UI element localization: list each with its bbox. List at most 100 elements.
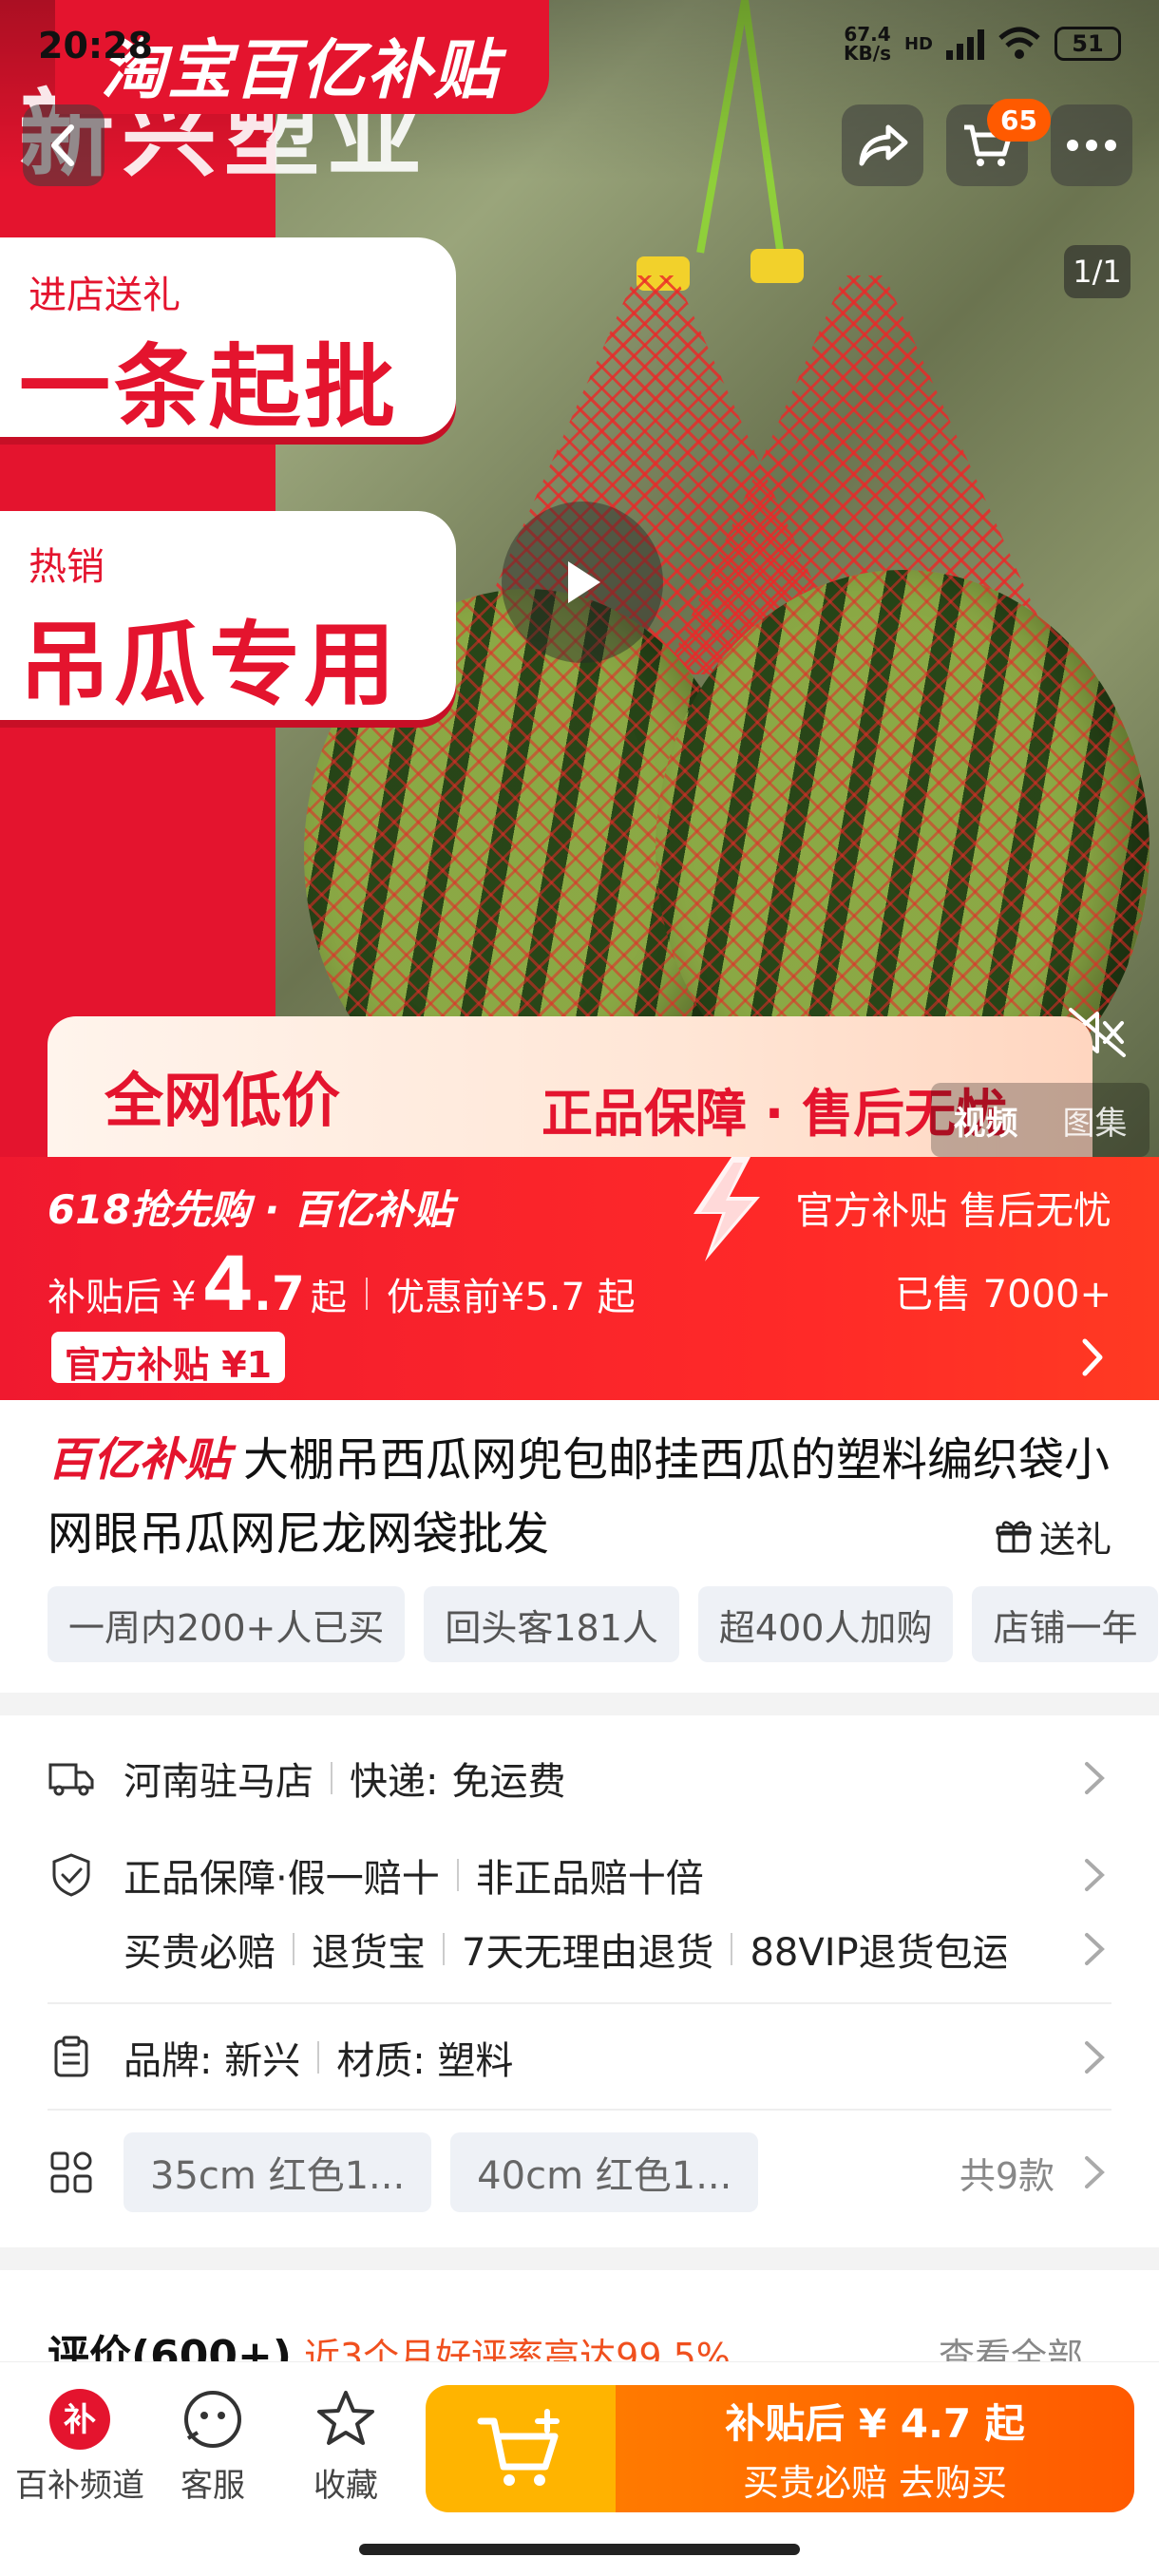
service-price-protect: 买贵必赔 [124,1931,276,1975]
price-prefix: 补贴后 [48,1276,162,1319]
divider [443,1933,445,1965]
official-subsidy-note: 官方补贴 售后无忧 [795,1189,1112,1233]
sku-row[interactable]: 35cm 红色1... 40cm 红色1... 共9款 [48,2131,1112,2213]
original-price: 优惠前¥5.7 起 [386,1276,636,1319]
lightning-icon [694,1157,760,1261]
signal-icon [946,28,984,60]
specs-row[interactable]: 品牌: 新兴 材质: 塑料 [48,2029,1112,2086]
price-banner[interactable]: 618抢先购 · 百亿补贴 官方补贴 售后无忧 补贴后 ¥ 4 .7 起 优惠前… [0,1157,1159,1400]
sku-option-40cm[interactable]: 40cm 红色1... [450,2132,759,2212]
play-icon [568,561,600,603]
title-subsidy-logo: 百亿补贴 [48,1433,231,1487]
network-speed-unit: KB/s [844,42,891,65]
image-counter: 1/1 [1064,245,1130,298]
network-speed-value: 67.4 [844,23,891,46]
sku-option-35cm[interactable]: 35cm 红色1... [124,2132,432,2212]
reviews-section[interactable]: 评价(600+) 近3个月好评率高达99.5% 查看全部 [0,2270,1159,2380]
promo-card-gift-small: 进店送礼 [28,274,180,317]
play-video-button[interactable] [502,502,663,663]
nav-favorite[interactable]: 收藏 [279,2387,412,2506]
divider [317,2041,320,2074]
service-7day-return: 7天无理由退货 [462,1931,714,1975]
material-spec: 材质: 塑料 [336,2039,514,2083]
highlight-tags: 一周内200+人已买 回头客181人 超400人加购 店铺一年 [48,1586,1159,1662]
shipping-row[interactable]: 河南驻马店 快递: 免运费 [48,1750,1112,1807]
divider [731,1933,733,1965]
product-info-card: 河南驻马店 快递: 免运费 正品保障·假一赔十 非正品赔十倍 买贵必赔 退货宝 … [0,1715,1159,2247]
divider [293,1933,294,1965]
chevron-right-icon [1085,1933,1105,1965]
price-line: 补贴后 ¥ 4 .7 起 优惠前¥5.7 起 [48,1242,636,1328]
nav-subsidy-channel[interactable]: 补 百补频道 [13,2387,146,2506]
battery-icon: 51 [1054,27,1121,61]
tag-repeat-customers: 回头客181人 [424,1586,679,1662]
product-title-section: 百亿补贴 大棚吊西瓜网兜包邮挂西瓜的塑料编织袋小网眼吊瓜网尼龙网袋批发 送礼 一周… [0,1400,1159,1693]
buy-price-line: 补贴后 ¥ 4.7 起 [725,2400,1025,2447]
star-icon [317,2391,374,2445]
cart-count-badge: 65 [987,99,1051,142]
price-integer: 4 [201,1242,255,1328]
svg-text:补: 补 [64,2401,96,2439]
guarantee-row[interactable]: 正品保障·假一赔十 非正品赔十倍 [48,1847,1112,1904]
section-divider [48,2109,1112,2111]
tab-gallery[interactable]: 图集 [1063,1097,1128,1144]
chevron-right-icon [1085,1762,1105,1794]
ship-fee: 免运费 [451,1760,566,1804]
cart-button[interactable]: 65 [946,99,1051,186]
shield-check-icon [48,1851,95,1899]
chevron-left-icon [51,124,74,166]
clipboard-icon [48,2034,95,2081]
truck-icon [48,1754,95,1802]
divider [331,1762,332,1794]
promo-card-hot-small: 热销 [28,545,104,589]
nav-service-label: 客服 [180,2467,245,2505]
status-icons: 67.4 KB/s HD 51 [844,25,1121,63]
home-indicator[interactable] [359,2544,800,2555]
chevron-right-icon[interactable] [1074,1334,1112,1381]
nav-subsidy-label: 百补频道 [15,2467,144,2505]
chevron-right-icon [1085,1859,1105,1891]
price-suffix: 起 [310,1277,347,1318]
brand-spec: 品牌: 新兴 [124,2039,301,2083]
price-currency: ¥ [171,1273,197,1319]
promo-card-hot: 热销 吊瓜专用 [0,511,456,720]
status-time: 20:28 [38,25,153,66]
media-tabs: 视频 图集 [931,1083,1150,1157]
more-icon [1067,140,1116,151]
tab-video[interactable]: 视频 [954,1097,1018,1144]
tag-add-to-cart: 超400人加购 [697,1586,954,1662]
buy-now-button[interactable]: 补贴后 ¥ 4.7 起 买贵必赔 去购买 [616,2385,1134,2512]
service-88vip: 88VIP退货包运 [750,1931,1007,1975]
add-cart-icon [477,2409,560,2486]
share-button[interactable] [842,104,923,186]
section-divider [48,2002,1112,2004]
knot-right [750,249,804,283]
gift-label: 送礼 [1038,1519,1112,1561]
wifi-icon [998,27,1040,59]
ship-method: 快递: [350,1760,439,1804]
hd-label: HD [903,33,933,54]
ship-from: 河南驻马店 [124,1760,314,1804]
divider [456,1859,459,1891]
gift-button[interactable]: 送礼 [996,1510,1112,1563]
more-button[interactable] [1051,104,1132,186]
nav-customer-service[interactable]: 客服 [146,2387,279,2506]
add-to-cart-button[interactable] [426,2385,616,2512]
buy-button-group: 补贴后 ¥ 4.7 起 买贵必赔 去购买 [426,2385,1134,2512]
chevron-right-icon [1085,2156,1105,2188]
subsidy-icon: 补 [49,2389,110,2450]
service-return-insurance: 退货宝 [312,1931,426,1975]
back-button[interactable] [23,104,104,186]
product-media-gallery[interactable]: 新兴塑业 进店送礼 一条起批 热销 吊瓜专用 淘宝百亿补贴 20:28 67.4… [0,0,1159,1157]
price-divider [365,1278,368,1310]
sku-count: 共9款 [959,2154,1054,2197]
tag-weekly-buyers: 一周内200+人已买 [48,1586,406,1662]
network-speed: 67.4 KB/s [844,25,891,63]
grid-icon [48,2149,95,2196]
promo-card-gift-big: 一条起批 [19,334,399,441]
services-row[interactable]: 买贵必赔 退货宝 7天无理由退货 88VIP退货包运 [48,1921,1112,1978]
product-title[interactable]: 百亿补贴 大棚吊西瓜网兜包邮挂西瓜的塑料编织袋小网眼吊瓜网尼龙网袋批发 [48,1423,1112,1571]
gift-icon [996,1520,1032,1552]
buy-cta-line: 买贵必赔 去购买 [742,2462,1008,2504]
